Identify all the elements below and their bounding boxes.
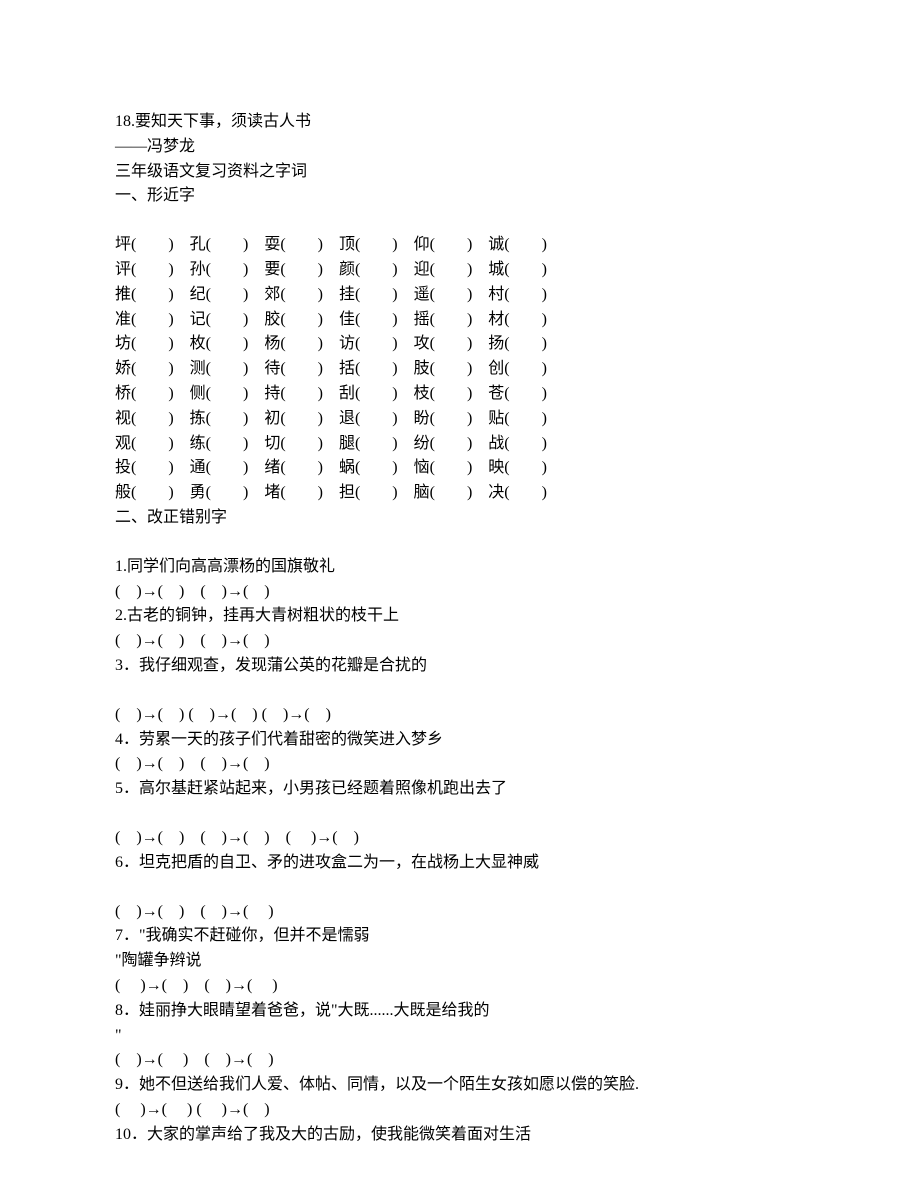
- header-line-3: 三年级语文复习资料之字词: [115, 160, 810, 185]
- q8-ans: ( )→( ) ( )→( ): [115, 1048, 810, 1073]
- spacer: [115, 531, 810, 555]
- grid-row: 评( ) 孙( ) 要( ) 颜( ) 迎( ) 城( ): [115, 258, 810, 283]
- q8-text-b: ": [115, 1024, 810, 1049]
- grid-row: 观( ) 练( ) 切( ) 腿( ) 纷( ) 战( ): [115, 432, 810, 457]
- q9-text: 9．她不但送给我们人爱、体帖、同情，以及一个陌生女孩如愿以偿的笑脸.: [115, 1073, 810, 1098]
- q6-ans: ( )→( ) ( )→( ): [115, 900, 810, 925]
- spacer: [115, 802, 810, 826]
- section-1-title: 一、形近字: [115, 184, 810, 209]
- q1-text: 1.同学们向高高漂杨的国旗敬礼: [115, 555, 810, 580]
- grid-row: 投( ) 通( ) 绪( ) 蜗( ) 恼( ) 映( ): [115, 456, 810, 481]
- q10-text: 10．大家的掌声给了我及大的古励，使我能微笑着面对生活: [115, 1123, 810, 1148]
- spacer: [115, 679, 810, 703]
- q5-ans: ( )→( ) ( )→( ) ( )→( ): [115, 826, 810, 851]
- q8-text-a: 8．娃丽挣大眼睛望着爸爸，说"大既......大既是给我的: [115, 999, 810, 1024]
- grid-row: 视( ) 拣( ) 初( ) 退( ) 盼( ) 贴( ): [115, 407, 810, 432]
- q4-ans: ( )→( ) ( )→( ): [115, 752, 810, 777]
- grid-row: 坊( ) 枚( ) 杨( ) 访( ) 攻( ) 扬( ): [115, 332, 810, 357]
- section-2-title: 二、改正错别字: [115, 506, 810, 531]
- grid-row: 推( ) 纪( ) 郊( ) 挂( ) 遥( ) 村( ): [115, 283, 810, 308]
- q1-ans: ( )→( ) ( )→( ): [115, 580, 810, 605]
- header-line-1: 18.要知天下事，须读古人书: [115, 110, 810, 135]
- q6-text: 6．坦克把盾的自卫、矛的进攻盒二为一，在战杨上大显神威: [115, 851, 810, 876]
- q7-ans: ( )→( ) ( )→( ): [115, 974, 810, 999]
- q2-text: 2.古老的铜钟，挂再大青树粗状的枝干上: [115, 604, 810, 629]
- q2-ans: ( )→( ) ( )→( ): [115, 629, 810, 654]
- q7-text-a: 7．"我确实不赶碰你，但并不是懦弱: [115, 924, 810, 949]
- q4-text: 4．劳累一天的孩子们代着甜密的微笑进入梦乡: [115, 728, 810, 753]
- spacer: [115, 209, 810, 233]
- spacer: [115, 876, 810, 900]
- grid-row: 桥( ) 侧( ) 持( ) 刮( ) 枝( ) 苍( ): [115, 382, 810, 407]
- character-grid: 坪( ) 孔( ) 耍( ) 顶( ) 仰( ) 诚( ) 评( ) 孙( ) …: [115, 233, 810, 506]
- q9-ans: ( )→( ) ( )→( ): [115, 1098, 810, 1123]
- grid-row: 准( ) 记( ) 胶( ) 佳( ) 摇( ) 材( ): [115, 308, 810, 333]
- grid-row: 坪( ) 孔( ) 耍( ) 顶( ) 仰( ) 诚( ): [115, 233, 810, 258]
- header-line-2: ——冯梦龙: [115, 135, 810, 160]
- q3-ans: ( )→( ) ( )→( ) ( )→( ): [115, 703, 810, 728]
- grid-row: 娇( ) 测( ) 待( ) 括( ) 肢( ) 创( ): [115, 357, 810, 382]
- q5-text: 5．高尔基赶紧站起来，小男孩已经题着照像机跑出去了: [115, 777, 810, 802]
- q3-text: 3．我仔细观查，发现蒲公英的花瓣是合扰的: [115, 654, 810, 679]
- grid-row: 般( ) 勇( ) 堵( ) 担( ) 脑( ) 决( ): [115, 481, 810, 506]
- q7-text-b: "陶罐争辫说: [115, 949, 810, 974]
